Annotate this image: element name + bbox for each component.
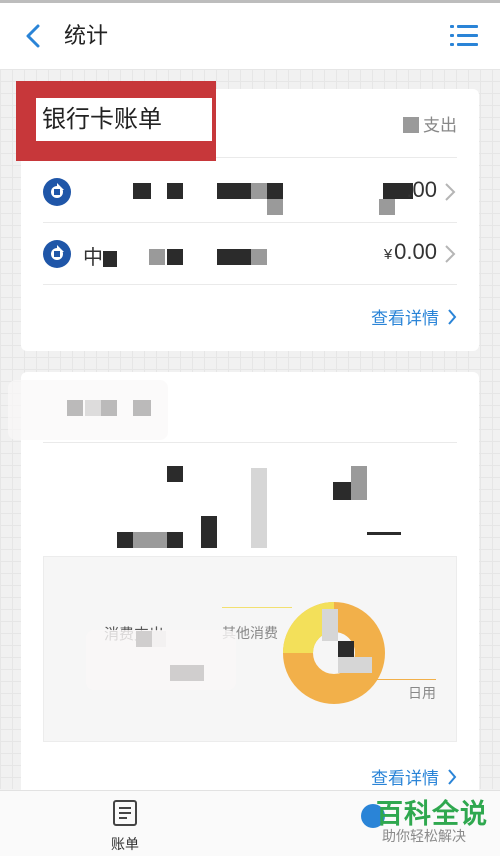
legend-daily: 日用 xyxy=(408,685,436,701)
view-details-label: 查看详情 xyxy=(371,309,439,328)
bank-amount: .00 xyxy=(406,177,437,202)
redaction-block xyxy=(217,183,251,199)
back-button[interactable] xyxy=(18,21,48,51)
type-filter-label: 支出 xyxy=(423,116,457,135)
redaction-block xyxy=(167,466,183,482)
redaction-block xyxy=(267,199,283,215)
redaction-block xyxy=(403,117,419,133)
redaction-block xyxy=(167,532,183,548)
chevron-right-icon xyxy=(448,768,457,785)
tab-bill-label: 账单 xyxy=(111,836,139,852)
card-title: 银行卡账单 xyxy=(36,98,212,141)
page-title: 统计 xyxy=(64,23,109,48)
app-header: 统计 xyxy=(0,3,500,69)
amount-value: 0.00 xyxy=(394,239,437,264)
redaction-block xyxy=(333,482,351,500)
bank-amount: ¥0.00 xyxy=(384,239,437,265)
redaction-block xyxy=(251,249,267,265)
currency-symbol: ¥ xyxy=(383,246,393,263)
redaction-block xyxy=(201,516,217,548)
redaction-block xyxy=(133,183,151,199)
redaction-block xyxy=(133,532,167,548)
redaction-block xyxy=(251,468,267,548)
redaction-block xyxy=(149,249,165,265)
chevron-left-icon xyxy=(26,24,40,48)
chevron-right-icon xyxy=(445,245,456,263)
redaction-block xyxy=(167,249,183,265)
bank-name: 中 xyxy=(83,247,103,269)
blur-overlay xyxy=(86,630,236,690)
redaction-block xyxy=(338,641,354,657)
type-filter[interactable]: 支出 xyxy=(403,111,457,136)
ccb-bank-icon xyxy=(43,240,71,268)
redaction-block xyxy=(379,199,395,215)
chevron-right-icon xyxy=(448,308,457,325)
redaction-block xyxy=(103,251,117,267)
bank-row[interactable]: .00 xyxy=(21,161,479,223)
redaction-block xyxy=(217,249,251,265)
redaction-block xyxy=(351,466,367,500)
bank-row[interactable]: 中 ¥0.00 xyxy=(21,223,479,285)
divider xyxy=(43,284,457,285)
redaction-block xyxy=(167,183,183,199)
watermark-subtitle: 助你轻松解决 xyxy=(382,828,466,844)
view-details-label: 查看详情 xyxy=(371,769,439,788)
menu-button[interactable] xyxy=(448,21,480,51)
blur-overlay xyxy=(8,380,168,440)
redaction-block xyxy=(267,183,283,199)
redaction-block xyxy=(322,609,338,641)
document-icon xyxy=(113,800,137,826)
redaction-block xyxy=(251,183,267,199)
view-details-link[interactable]: 查看详情 xyxy=(371,764,457,789)
view-details-link[interactable]: 查看详情 xyxy=(371,304,457,329)
ccb-bank-icon xyxy=(43,178,71,206)
chevron-right-icon xyxy=(445,183,456,201)
list-menu-icon xyxy=(450,25,478,46)
divider xyxy=(43,442,457,443)
redaction-block xyxy=(338,657,372,673)
tab-bill[interactable]: 账单 xyxy=(100,799,150,852)
redaction-block xyxy=(367,532,401,535)
redaction-block xyxy=(117,532,133,548)
